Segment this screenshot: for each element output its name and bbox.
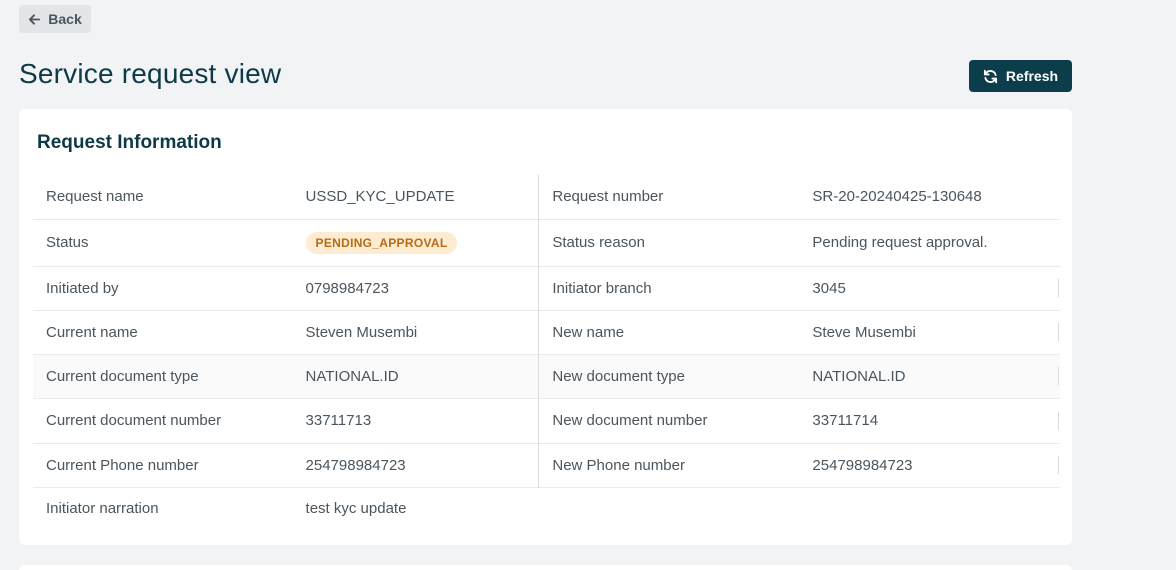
table-row: Current name Steven Musembi New name Ste… — [33, 310, 1060, 354]
card-title: Request Information — [37, 132, 222, 153]
status-badge: PENDING_APPROVAL — [305, 231, 458, 254]
field-label: Current document number — [46, 412, 222, 429]
field-value: 254798984723 — [305, 456, 406, 474]
field-label: Status reason — [538, 219, 800, 266]
refresh-label: Refresh — [1005, 68, 1059, 84]
page-title: Service request view — [19, 58, 282, 89]
cell-spacer — [1046, 175, 1060, 219]
field-label: New document number — [538, 398, 800, 443]
field-label: Initiator narration — [46, 500, 159, 518]
field-value: SR-20-20240425-130648 — [812, 188, 982, 206]
field-label: Status — [46, 234, 89, 251]
field-value: 254798984723 — [812, 456, 913, 474]
field-value: NATIONAL.ID — [812, 367, 906, 385]
field-label: New Phone number — [538, 443, 800, 487]
table-row: Current Phone number 254798984723 New Ph… — [33, 443, 1060, 487]
field-label: Current document type — [46, 367, 199, 385]
field-value: 33711714 — [812, 412, 879, 429]
next-card-edge — [19, 565, 1072, 570]
field-value: test kyc update — [305, 500, 407, 518]
field-value: Steve Musembi — [812, 323, 916, 341]
field-label: Current name — [46, 323, 138, 341]
field-label: New document type — [538, 354, 800, 398]
table-row: Current document number 33711713 New doc… — [33, 398, 1060, 443]
field-value: 33711713 — [305, 412, 372, 429]
field-label: Initiated by — [46, 279, 119, 297]
field-value: 3045 — [812, 279, 846, 297]
back-label: Back — [48, 11, 82, 27]
column-divider — [1046, 266, 1060, 310]
table-row: Status PENDING_APPROVAL Status reason Pe… — [33, 219, 1060, 266]
field-value: Steven Musembi — [305, 323, 418, 341]
field-value: NATIONAL.ID — [305, 367, 399, 385]
refresh-button[interactable]: Refresh — [969, 60, 1072, 92]
status-cell: PENDING_APPROVAL — [293, 219, 539, 266]
back-button[interactable]: Back — [19, 5, 91, 33]
request-info-table: Request name USSD_KYC_UPDATE Request num… — [33, 175, 1060, 530]
column-divider — [1046, 398, 1060, 443]
column-divider — [1046, 354, 1060, 398]
column-divider — [1046, 310, 1060, 354]
table-row: Initiated by 0798984723 Initiator branch… — [33, 266, 1060, 310]
cell-spacer — [1046, 219, 1060, 266]
request-information-card: Request Information Request name USSD_KY… — [19, 109, 1072, 545]
field-label: Initiator branch — [538, 266, 800, 310]
field-value: Pending request approval. — [812, 234, 988, 251]
field-value: USSD_KYC_UPDATE — [305, 188, 455, 206]
field-label: Request name — [46, 188, 144, 206]
table-row: Current document type NATIONAL.ID New do… — [33, 354, 1060, 398]
empty-cell — [539, 487, 1060, 530]
table-row: Request name USSD_KYC_UPDATE Request num… — [33, 175, 1060, 219]
field-label: Request number — [538, 175, 800, 219]
refresh-icon — [983, 69, 997, 83]
field-value: 0798984723 — [305, 279, 389, 297]
arrow-left-icon — [29, 13, 41, 25]
column-divider — [1046, 443, 1060, 487]
table-row: Initiator narration test kyc update — [33, 487, 1060, 530]
field-label: New name — [538, 310, 800, 354]
field-label: Current Phone number — [46, 456, 199, 474]
